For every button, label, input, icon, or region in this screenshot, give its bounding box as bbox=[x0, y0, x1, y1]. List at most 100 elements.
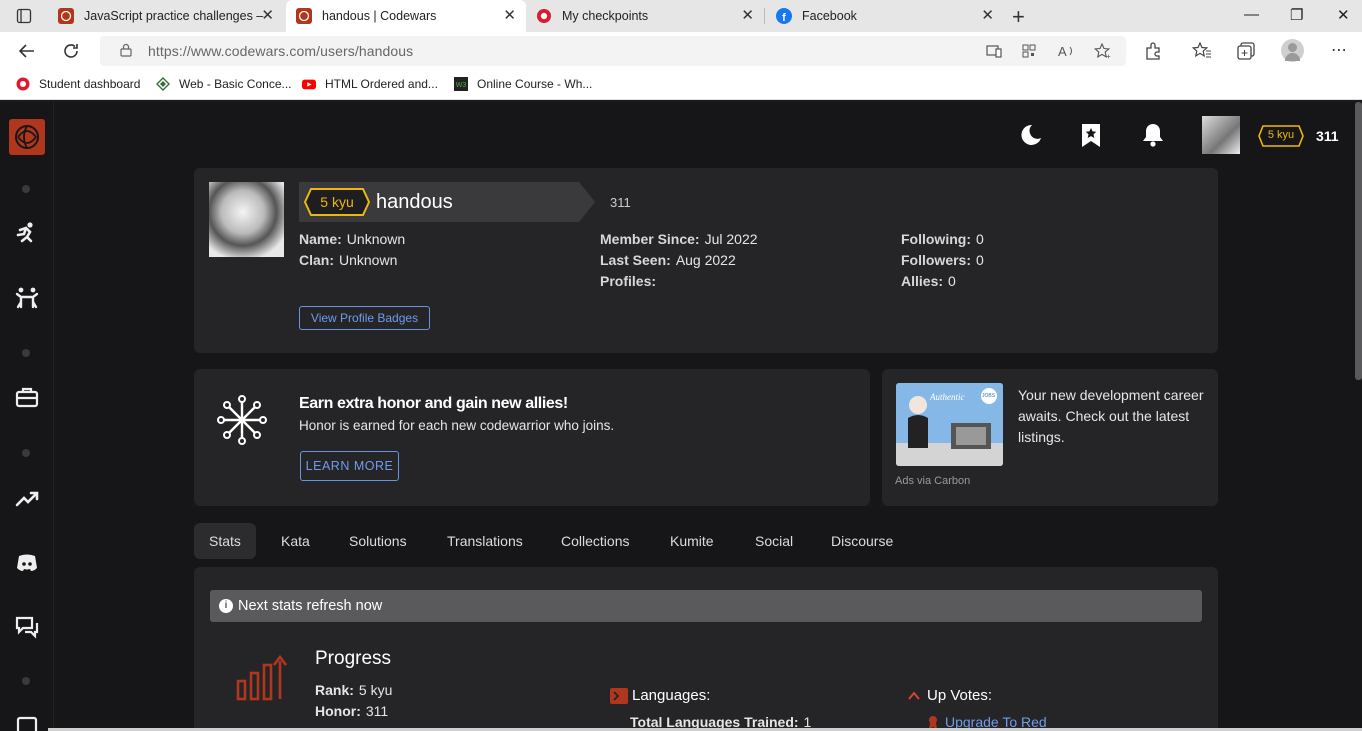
add-favorite-icon[interactable]: + bbox=[1094, 43, 1112, 60]
close-tab-icon[interactable]: ✕ bbox=[981, 8, 994, 24]
diamond-icon bbox=[156, 77, 170, 91]
favorites-icon[interactable] bbox=[1192, 42, 1212, 60]
tab-actions-icon[interactable] bbox=[16, 8, 32, 24]
discord-icon[interactable] bbox=[14, 550, 40, 576]
languages-title: Languages: bbox=[632, 687, 711, 704]
tab-title: My checkpoints bbox=[562, 9, 649, 23]
header-honor: 311 bbox=[1316, 128, 1339, 144]
url-field[interactable]: https://www.codewars.com/users/handous A… bbox=[100, 36, 1126, 66]
tab-my-checkpoints[interactable]: My checkpoints ✕ bbox=[526, 0, 764, 32]
stat-label: Following: bbox=[901, 231, 971, 247]
bookmark-online-course[interactable]: W3 Online Course - Wh... bbox=[454, 77, 592, 91]
tab-kumite[interactable]: Kumite bbox=[655, 523, 729, 559]
tab-javascript-challenges[interactable]: JavaScript practice challenges – t ✕ bbox=[48, 0, 284, 32]
stat-value: 0 bbox=[975, 231, 984, 247]
stat-member-since: Member Since: Jul 2022 bbox=[600, 231, 758, 247]
training-icon[interactable] bbox=[14, 221, 40, 247]
settings-menu-icon[interactable]: ⋯ bbox=[1331, 40, 1348, 60]
learn-more-button[interactable]: LEARN MORE bbox=[300, 451, 399, 481]
practice-icon[interactable] bbox=[14, 285, 40, 311]
bookmark-label: Web - Basic Conce... bbox=[179, 77, 292, 91]
youtube-icon bbox=[302, 79, 316, 90]
progress-chart-icon bbox=[236, 654, 288, 701]
new-tab-button[interactable]: + bbox=[1012, 4, 1025, 30]
back-icon[interactable] bbox=[18, 42, 36, 60]
tab-translations[interactable]: Translations bbox=[432, 523, 538, 559]
leaderboard-trend-icon[interactable] bbox=[14, 485, 40, 511]
notifications-bell-icon[interactable] bbox=[1140, 122, 1166, 148]
svg-text:f: f bbox=[782, 12, 786, 24]
address-bar: https://www.codewars.com/users/handous A… bbox=[0, 32, 1362, 70]
profile-avatar bbox=[209, 182, 284, 257]
tab-facebook[interactable]: f Facebook ✕ bbox=[766, 0, 1004, 32]
stat-value: Unknown bbox=[339, 252, 398, 268]
tab-social[interactable]: Social bbox=[740, 523, 808, 559]
info-icon: i bbox=[219, 599, 233, 613]
stat-label: Profiles: bbox=[600, 273, 657, 289]
bookmark-web-basic[interactable]: Web - Basic Conce... bbox=[156, 77, 292, 91]
tab-title: Facebook bbox=[802, 9, 857, 23]
ad-image-badge: JOBS bbox=[982, 393, 996, 399]
tab-solutions[interactable]: Solutions bbox=[334, 523, 422, 559]
ads-via-carbon[interactable]: Ads via Carbon bbox=[895, 475, 970, 487]
sidebar-divider-dot bbox=[22, 349, 30, 357]
stat-following: Following: 0 bbox=[901, 231, 984, 247]
close-tab-icon[interactable]: ✕ bbox=[261, 8, 274, 24]
close-tab-icon[interactable]: ✕ bbox=[503, 8, 516, 24]
stat-value: 5 kyu bbox=[358, 682, 393, 698]
codewars-page: 5 kyu 311 5 kyu handous 311 Name: Unknown… bbox=[0, 102, 1362, 731]
extensions-icon[interactable] bbox=[1144, 42, 1162, 60]
qr-code-icon[interactable] bbox=[1022, 44, 1036, 58]
stat-label: Member Since: bbox=[600, 231, 700, 247]
tab-codewars-profile[interactable]: handous | Codewars ✕ bbox=[286, 0, 526, 32]
ad-text[interactable]: Your new development career awaits. Chec… bbox=[1018, 385, 1208, 448]
svg-text:W3: W3 bbox=[456, 82, 467, 89]
jobs-briefcase-icon[interactable] bbox=[14, 385, 40, 411]
ad-image[interactable]: Authentic JOBS bbox=[896, 383, 1003, 466]
profile-username: handous bbox=[376, 191, 453, 213]
close-window-button[interactable]: ✕ bbox=[1337, 6, 1350, 24]
stat-label: Rank: bbox=[315, 682, 354, 698]
docs-icon[interactable] bbox=[14, 715, 40, 731]
user-avatar[interactable] bbox=[1202, 116, 1240, 154]
svg-text:A: A bbox=[1058, 44, 1067, 59]
stat-value: 0 bbox=[976, 252, 984, 268]
profile-honor: 311 bbox=[610, 195, 631, 210]
bookmark-student-dashboard[interactable]: Student dashboard bbox=[16, 77, 140, 91]
bookmark-html-ordered[interactable]: HTML Ordered and... bbox=[302, 77, 438, 91]
tab-discourse[interactable]: Discourse bbox=[816, 523, 908, 559]
bookmark-star-icon[interactable] bbox=[1078, 122, 1104, 148]
browser-tab-bar: JavaScript practice challenges – t ✕ han… bbox=[0, 0, 1362, 32]
stat-label: Followers: bbox=[901, 252, 972, 268]
tab-stats[interactable]: Stats bbox=[194, 523, 256, 559]
stat-label: Honor: bbox=[315, 703, 361, 719]
ribbon-icon bbox=[929, 716, 937, 729]
profile-avatar-icon[interactable] bbox=[1281, 39, 1304, 62]
bookmark-label: Online Course - Wh... bbox=[477, 77, 593, 91]
terminal-icon bbox=[610, 688, 628, 704]
collections-icon[interactable] bbox=[1237, 42, 1255, 60]
codewars-icon bbox=[58, 8, 74, 24]
stat-name: Name: Unknown bbox=[299, 231, 405, 247]
sidebar-divider-dot bbox=[22, 677, 30, 685]
codewars-logo-icon[interactable] bbox=[9, 119, 45, 155]
view-profile-badges-button[interactable]: View Profile Badges bbox=[299, 306, 430, 330]
progress-rank: Rank: 5 kyu bbox=[315, 682, 392, 698]
chat-icon[interactable] bbox=[14, 614, 40, 640]
sidebar-nav bbox=[0, 102, 54, 731]
stat-clan: Clan: Unknown bbox=[299, 252, 397, 268]
app-available-icon[interactable] bbox=[986, 44, 1002, 58]
stat-value: Aug 2022 bbox=[675, 252, 736, 268]
refresh-icon[interactable] bbox=[62, 42, 80, 60]
stat-last-seen: Last Seen: Aug 2022 bbox=[600, 252, 736, 268]
tab-collections[interactable]: Collections bbox=[546, 523, 644, 559]
close-tab-icon[interactable]: ✕ bbox=[741, 8, 754, 24]
maximize-button[interactable]: ❐ bbox=[1290, 6, 1303, 24]
read-aloud-icon[interactable]: A bbox=[1058, 43, 1076, 59]
minimize-button[interactable]: — bbox=[1244, 6, 1259, 23]
page-scrollbar[interactable] bbox=[1355, 102, 1362, 380]
tab-title: handous | Codewars bbox=[322, 9, 437, 23]
tab-kata[interactable]: Kata bbox=[266, 523, 325, 559]
w3-icon: W3 bbox=[454, 77, 468, 91]
dark-mode-moon-icon[interactable] bbox=[1018, 122, 1044, 148]
